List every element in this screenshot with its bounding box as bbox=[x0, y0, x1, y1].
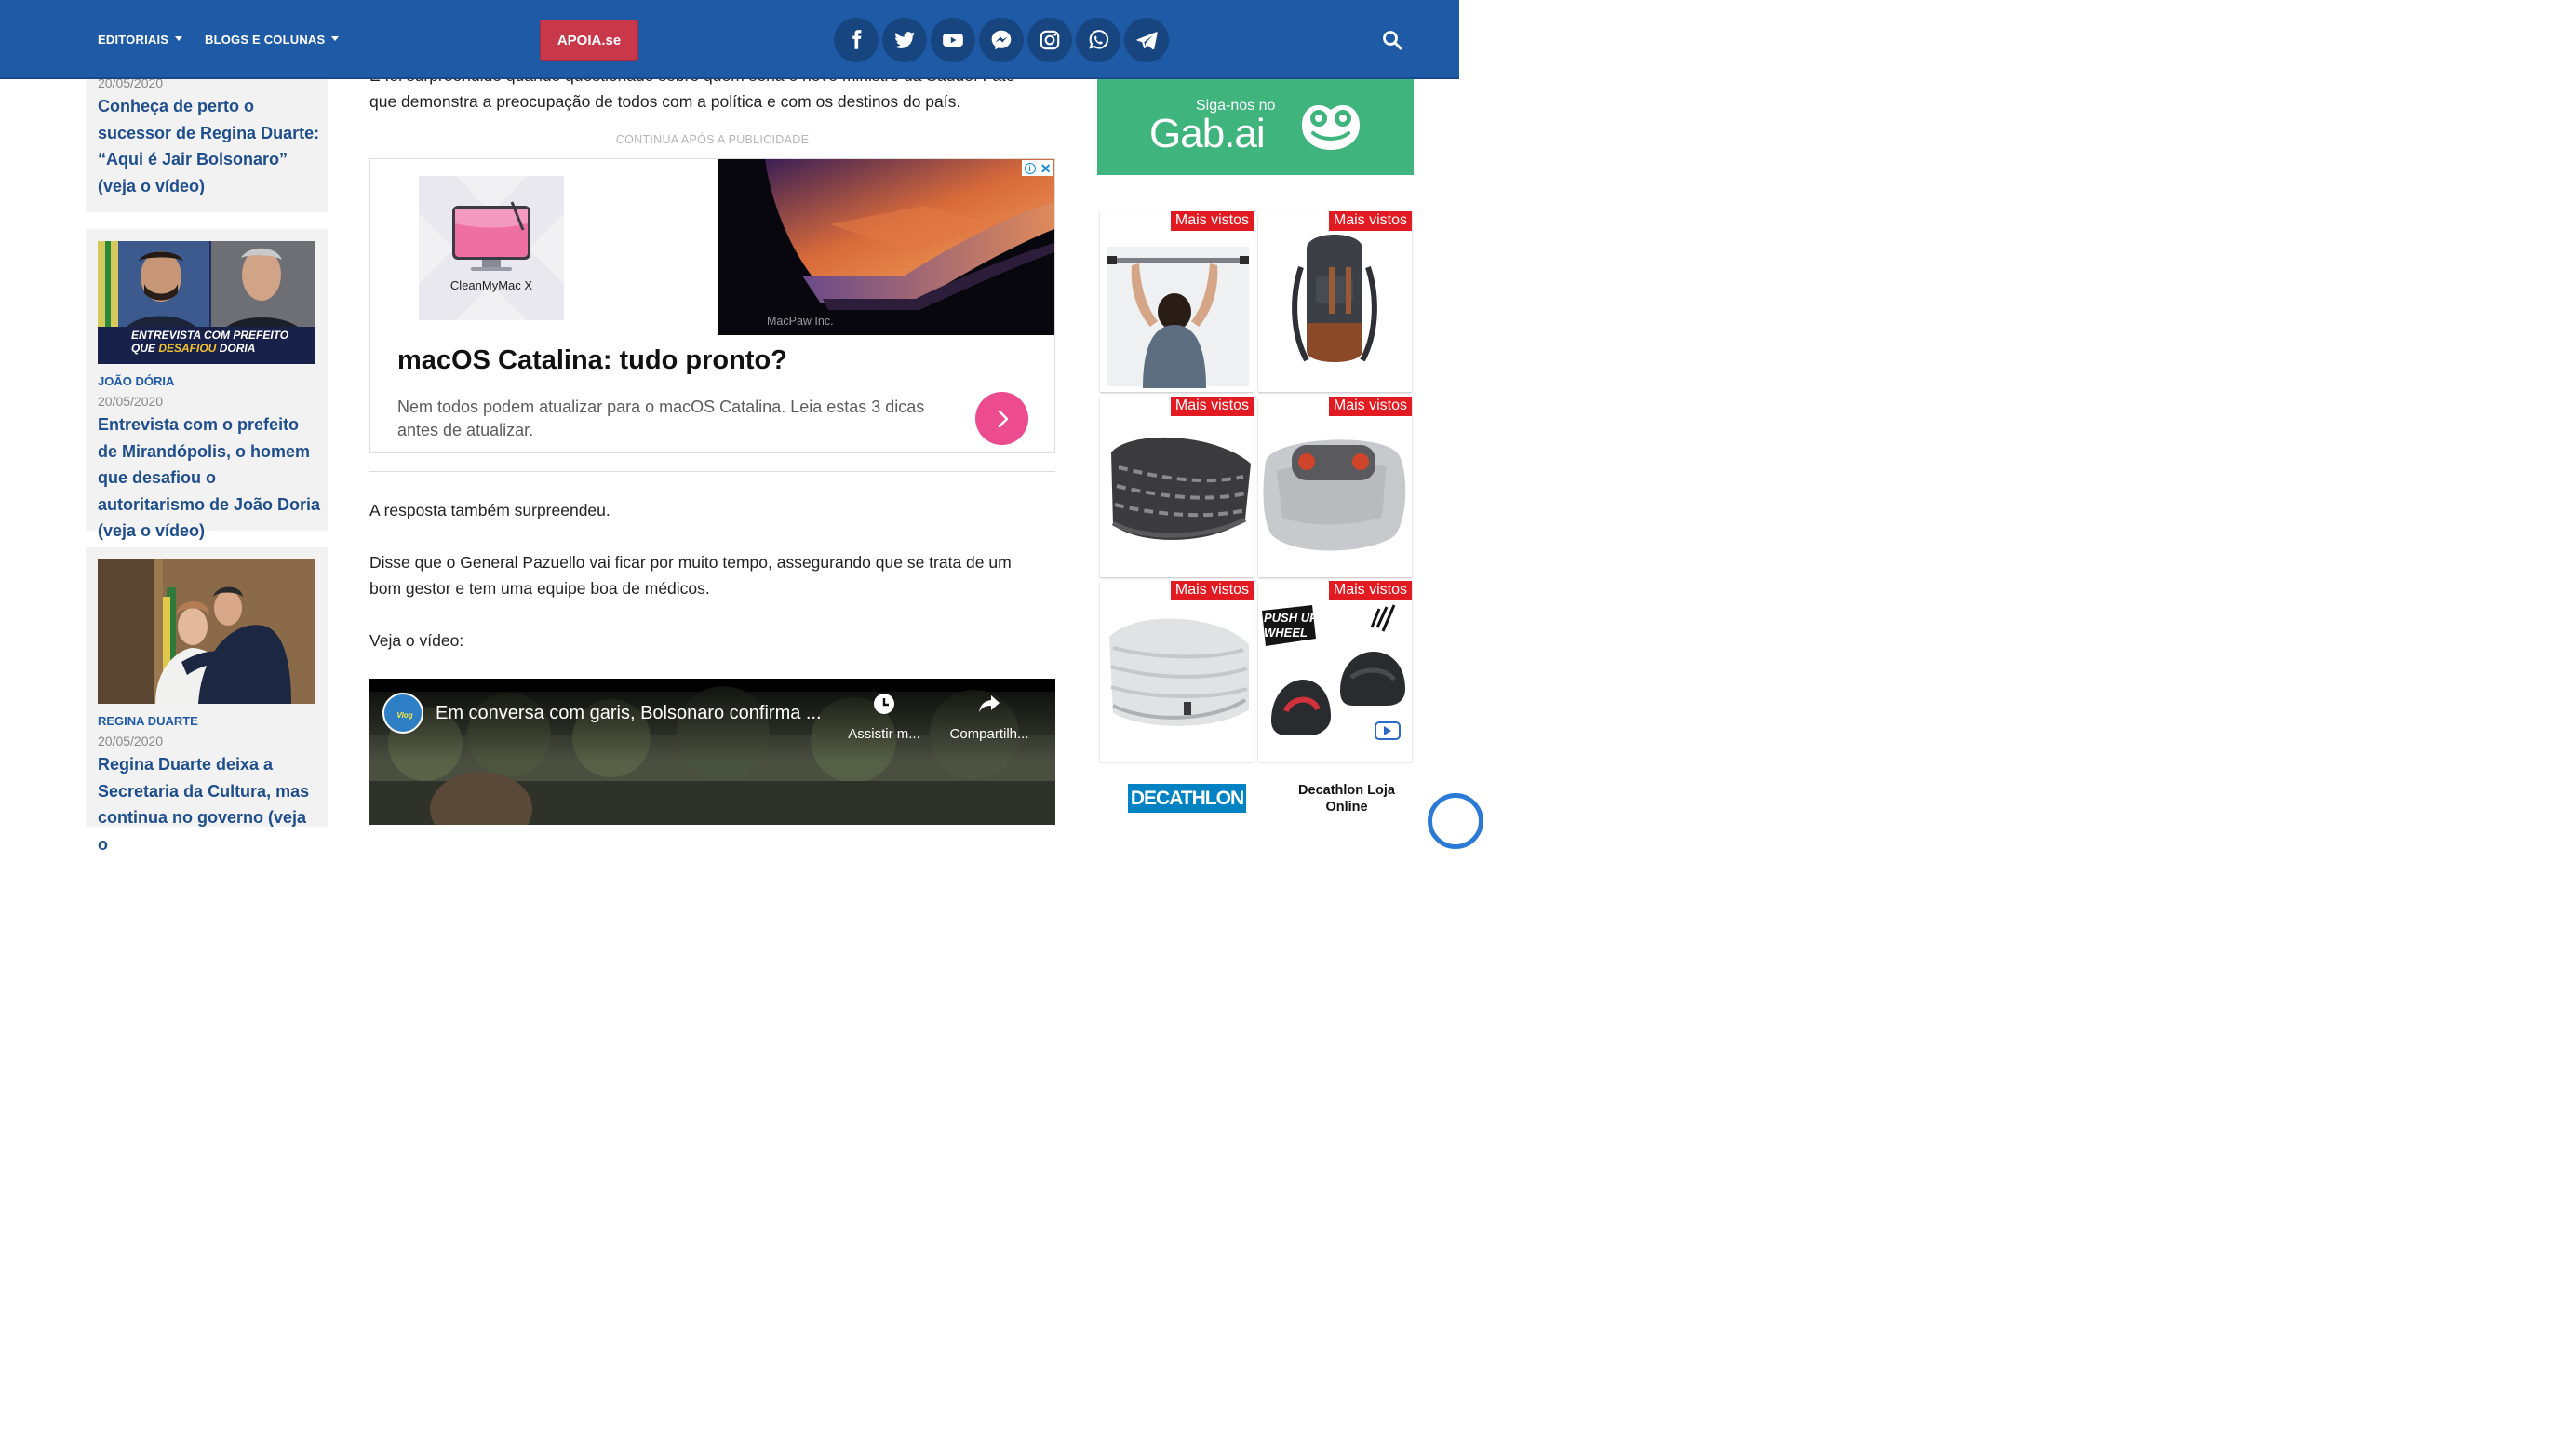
product-tile-backpack[interactable]: Mais vistos bbox=[1258, 211, 1412, 392]
product-tile-pull-up-bar[interactable]: Mais vistos bbox=[1100, 211, 1254, 392]
article-paragraph: Disse que o General Pazuello vai ficar p… bbox=[369, 553, 1012, 598]
top-navigation-bar: EDITORIAIS BLOGS E COLUNAS APOIA.se bbox=[0, 0, 1459, 79]
share-icon bbox=[979, 695, 1000, 712]
messenger-icon[interactable] bbox=[979, 18, 1024, 62]
divider bbox=[369, 471, 1055, 472]
clock-icon bbox=[874, 694, 894, 714]
ad-image[interactable]: MacPaw Inc. bbox=[718, 159, 1054, 335]
video-title[interactable]: Em conversa com garis, Bolsonaro confirm… bbox=[436, 703, 822, 724]
continua-label: CONTINUA APÓS A PUBLICIDADE bbox=[615, 133, 810, 146]
product-tile-neck-gaiter-dark[interactable]: Mais vistos bbox=[1100, 397, 1254, 577]
channel-avatar[interactable]: Vlog bbox=[382, 693, 423, 734]
product-tile-massage-cushion[interactable]: Mais vistos bbox=[1258, 397, 1412, 577]
ad-banner[interactable]: CleanMyMac X MacPaw Inc. i ✕ macOS Catal… bbox=[369, 158, 1055, 453]
post-thumbnail[interactable]: ENTREVISTA COM PREFEITO QUE DESAFIOU DOR… bbox=[98, 241, 315, 364]
frog-icon bbox=[1302, 105, 1360, 150]
floating-action-button[interactable] bbox=[1428, 793, 1483, 849]
chevron-right-icon bbox=[998, 410, 1008, 427]
related-post-card[interactable]: ENTREVISTA COM PREFEITO QUE DESAFIOU DOR… bbox=[86, 229, 328, 540]
post-title[interactable]: Regina Duarte deixa a Secretaria da Cult… bbox=[98, 751, 321, 857]
post-date: 20/05/2020 bbox=[98, 734, 164, 748]
decathlon-store-name[interactable]: Decathlon Loja Online bbox=[1281, 782, 1413, 816]
related-post-card[interactable]: REGINA DUARTE 20/05/2020 Regina Duarte d… bbox=[86, 547, 328, 854]
nav-editoriais[interactable]: EDITORIAIS bbox=[98, 33, 183, 47]
search-icon[interactable] bbox=[1381, 29, 1403, 51]
ad-brand-logo: CleanMyMac X bbox=[419, 176, 564, 320]
badge-mais-vistos: Mais vistos bbox=[1170, 397, 1254, 416]
article-paragraph: A resposta também surpreendeu. bbox=[369, 501, 610, 519]
product-tile-neck-gaiter-light[interactable]: Mais vistos bbox=[1100, 581, 1254, 762]
ad-brand-label: CleanMyMac X bbox=[449, 278, 533, 292]
gab-follow-banner[interactable]: Siga-nos no Gab.ai bbox=[1097, 79, 1414, 175]
post-title[interactable]: Conheça de perto o sucessor de Regina Du… bbox=[98, 93, 321, 199]
ad-open-button[interactable] bbox=[975, 392, 1028, 445]
instagram-icon[interactable] bbox=[1027, 18, 1072, 62]
article-line: que demonstra a preocupação de todos com… bbox=[369, 92, 961, 111]
twitter-icon[interactable] bbox=[882, 18, 927, 62]
watch-later-button[interactable]: Assistir m... bbox=[844, 692, 924, 742]
badge-mais-vistos: Mais vistos bbox=[1170, 581, 1254, 600]
post-date: 20/05/2020 bbox=[98, 394, 164, 409]
post-category[interactable]: JOÃO DÓRIA bbox=[98, 374, 174, 388]
thumbnail-caption: ENTREVISTA COM PREFEITO QUE DESAFIOU DOR… bbox=[131, 329, 289, 355]
ad-separator-label: CONTINUA APÓS A PUBLICIDADE bbox=[369, 133, 1055, 150]
nav-blogs-colunas[interactable]: BLOGS E COLUNAS bbox=[205, 33, 340, 47]
apoia-button[interactable]: APOIA.se bbox=[540, 20, 638, 61]
watch-later-label: Assistir m... bbox=[848, 726, 920, 742]
badge-mais-vistos: Mais vistos bbox=[1170, 211, 1254, 231]
telegram-icon[interactable] bbox=[1124, 18, 1169, 62]
nav-editoriais-label: EDITORIAIS bbox=[98, 33, 169, 47]
nav-blogs-label: BLOGS E COLUNAS bbox=[205, 33, 326, 47]
facebook-icon[interactable] bbox=[834, 18, 879, 62]
embedded-video-player[interactable]: Vlog Em conversa com garis, Bolsonaro co… bbox=[369, 679, 1055, 825]
caret-down-icon bbox=[175, 36, 183, 41]
product-text: PUSH UP WHEEL bbox=[1264, 611, 1318, 640]
share-button[interactable]: Compartilh... bbox=[945, 692, 1034, 742]
badge-mais-vistos: Mais vistos bbox=[1328, 397, 1412, 416]
post-thumbnail[interactable] bbox=[98, 559, 315, 704]
related-post-card[interactable]: 20/05/2020 Conheça de perto o sucessor d… bbox=[86, 65, 328, 212]
product-tile-push-up-wheel[interactable]: PUSH UP WHEEL Mais vistos bbox=[1258, 581, 1412, 762]
badge-mais-vistos: Mais vistos bbox=[1328, 211, 1412, 231]
article-paragraph: Veja o vídeo: bbox=[369, 631, 464, 650]
whatsapp-icon[interactable] bbox=[1076, 18, 1120, 62]
decathlon-logo[interactable]: DECATHLON bbox=[1128, 784, 1246, 813]
info-icon[interactable]: i bbox=[1024, 162, 1036, 174]
ad-headline[interactable]: macOS Catalina: tudo pronto? bbox=[397, 345, 787, 376]
caret-down-icon bbox=[331, 36, 340, 41]
close-icon[interactable]: ✕ bbox=[1040, 162, 1052, 175]
ad-choices[interactable]: i ✕ bbox=[1022, 160, 1053, 176]
gab-label-big: Gab.ai bbox=[1149, 111, 1266, 156]
youtube-icon[interactable] bbox=[931, 18, 975, 62]
ad-description: Nem todos podem atualizar para o macOS C… bbox=[397, 398, 925, 439]
badge-mais-vistos: Mais vistos bbox=[1328, 581, 1412, 600]
post-title[interactable]: Entrevista com o prefeito de Mirandópoli… bbox=[98, 411, 321, 545]
ad-photo-credit: MacPaw Inc. bbox=[767, 315, 834, 328]
post-category[interactable]: REGINA DUARTE bbox=[98, 714, 198, 728]
share-label: Compartilh... bbox=[949, 726, 1029, 742]
